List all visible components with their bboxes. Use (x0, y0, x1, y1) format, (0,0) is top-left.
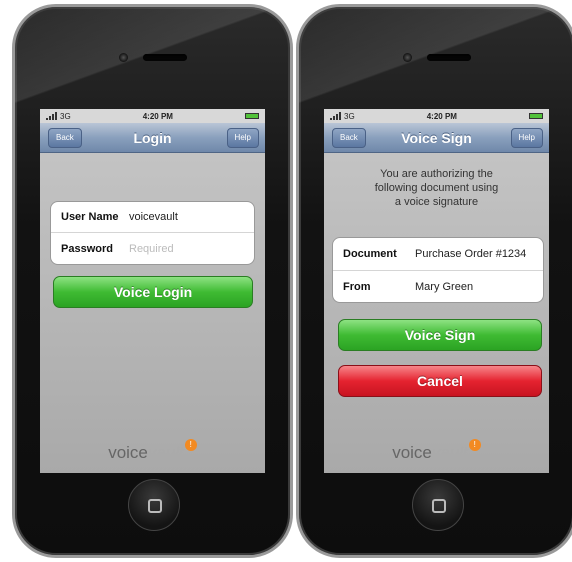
signal-icon (46, 112, 57, 120)
back-button[interactable]: Back (332, 128, 366, 148)
logo-badge-icon: ! (468, 439, 481, 451)
signal-icon (330, 112, 341, 120)
back-button[interactable]: Back (48, 128, 82, 148)
logo-text-light: vault (431, 443, 468, 462)
help-button[interactable]: Help (226, 128, 259, 148)
login-form: User Name voicevault Password Required (50, 201, 255, 265)
intro-line-3: a voice signature (394, 196, 479, 208)
voice-sign-screen: 3G 4:20 PM Back Voice Sign Help You are … (324, 109, 549, 473)
document-details: Document Purchase Order #1234 From Mary … (332, 237, 544, 303)
battery-icon (245, 113, 259, 119)
status-time: 4:20 PM (142, 111, 173, 121)
intro-line-1: You are authorizing the (380, 168, 493, 180)
from-label: From (343, 280, 371, 293)
home-button-icon[interactable] (412, 479, 464, 531)
document-row: Document Purchase Order #1234 (333, 238, 543, 271)
document-label: Document (343, 248, 397, 260)
carrier-label: 3G (344, 111, 355, 121)
logo-text-light: vault (147, 443, 184, 462)
from-row: From Mary Green (333, 271, 543, 302)
speaker-grille (143, 54, 187, 61)
status-bar: 3G 4:20 PM (40, 109, 265, 123)
logo-badge-icon: ! (184, 439, 197, 451)
voice-login-button[interactable]: Voice Login (53, 276, 253, 308)
from-value: Mary Green (415, 280, 474, 293)
home-square-icon (148, 499, 162, 513)
phone-glare (15, 7, 290, 117)
help-button[interactable]: Help (510, 128, 543, 148)
password-label: Password (61, 242, 113, 255)
home-button-icon[interactable] (128, 479, 180, 531)
camera-icon (403, 53, 412, 62)
username-row[interactable]: User Name voicevault (51, 202, 254, 233)
page-title: Voice Sign (401, 129, 472, 146)
speaker-grille (427, 54, 471, 61)
cancel-button[interactable]: Cancel (338, 365, 542, 397)
login-content: User Name voicevault Password Required V… (40, 153, 265, 473)
carrier-label: 3G (60, 111, 71, 121)
username-field[interactable]: voicevault (129, 211, 178, 223)
password-field[interactable]: Required (129, 243, 174, 255)
logo-text-dark: voice (108, 443, 148, 462)
password-row[interactable]: Password Required (51, 233, 254, 264)
phone-voice-sign: 3G 4:20 PM Back Voice Sign Help You are … (296, 4, 572, 558)
voice-sign-button[interactable]: Voice Sign (338, 319, 542, 351)
status-time: 4:20 PM (426, 111, 457, 121)
nav-bar: Back Login Help (40, 123, 265, 153)
logo-text-dark: voice (392, 443, 432, 462)
status-bar: 3G 4:20 PM (324, 109, 549, 123)
voicevault-logo: voicevault! (40, 439, 265, 463)
intro-line-2: following document using (374, 182, 499, 194)
phone-glare (299, 7, 572, 117)
login-screen: 3G 4:20 PM Back Login Help User Name voi… (40, 109, 265, 473)
camera-icon (119, 53, 128, 62)
page-title: Login (133, 129, 172, 146)
voicevault-logo: voicevault! (324, 439, 549, 463)
intro-text: You are authorizing the following docume… (324, 167, 549, 209)
document-value: Purchase Order #1234 (415, 248, 527, 260)
username-label: User Name (61, 211, 119, 223)
phone-login: 3G 4:20 PM Back Login Help User Name voi… (12, 4, 293, 558)
home-square-icon (432, 499, 446, 513)
nav-bar: Back Voice Sign Help (324, 123, 549, 153)
voice-sign-content: You are authorizing the following docume… (324, 153, 549, 473)
battery-icon (529, 113, 543, 119)
